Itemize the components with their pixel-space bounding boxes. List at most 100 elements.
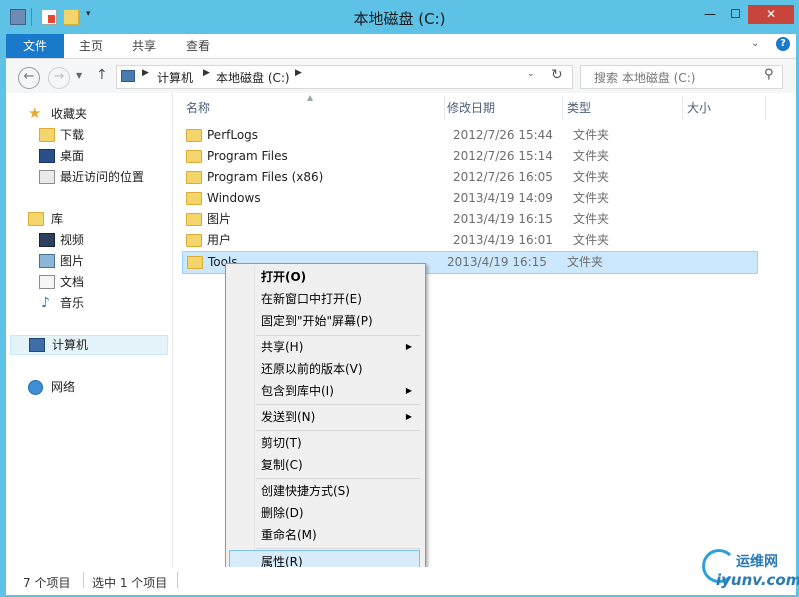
nav-network-label: 网络 [51,380,76,394]
menu-item-cut[interactable]: 剪切(T) [229,432,420,454]
menu-separator [256,548,420,549]
folder-icon [187,256,203,269]
nav-favorites[interactable]: ★ 收藏夹 [6,104,172,124]
file-type: 文件夹 [573,212,610,226]
file-row[interactable]: 图片 2013/4/19 16:15 文件夹 [182,209,762,230]
file-date: 2013/4/19 16:01 [453,233,553,247]
menu-label: 打开(O) [261,270,307,284]
recent-locations-icon[interactable]: ▼ [76,71,82,80]
nav-documents[interactable]: 文档 [6,272,172,292]
nav-desktop[interactable]: 桌面 [6,146,172,166]
file-row[interactable]: Program Files 2012/7/26 15:14 文件夹 [182,146,762,167]
minimize-button[interactable]: — [697,5,723,24]
menu-item-rename[interactable]: 重命名(M) [229,524,420,546]
menu-separator [256,404,420,405]
navigation-pane: ★ 收藏夹 下载 桌面 最近访问的位置 库 视频 图片 文档 ♪ 音乐 计算机 … [6,93,172,567]
forward-button[interactable]: → [48,67,70,89]
column-header-type[interactable]: 类型 [563,96,683,120]
file-row[interactable]: PerfLogs 2012/7/26 15:44 文件夹 [182,125,762,146]
folder-icon [186,192,202,205]
file-name: Program Files (x86) [207,170,324,184]
nav-desktop-label: 桌面 [60,149,85,163]
file-type: 文件夹 [573,191,610,205]
nav-network[interactable]: 网络 [6,377,172,397]
file-date: 2012/7/26 16:05 [453,170,553,184]
back-button[interactable]: ← [18,67,40,89]
menu-label: 发送到(N) [261,410,316,424]
navigation-bar: ← → ▼ ↑ ▶ 计算机 ▶ 本地磁盘 (C:) ▶ ⌄ ↻ 搜索 本地磁盘 … [6,59,796,93]
nav-pictures[interactable]: 图片 [6,251,172,271]
search-icon[interactable]: ⚲ [764,67,774,82]
nav-music[interactable]: ♪ 音乐 [6,293,172,313]
music-icon: ♪ [41,295,50,311]
search-box[interactable]: 搜索 本地磁盘 (C:) ⚲ [580,65,783,89]
context-menu: 打开(O) 在新窗口中打开(E) 固定到"开始"屏幕(P) 共享(H) ▶ 还原以… [225,263,426,577]
file-date: 2012/7/26 15:44 [453,128,553,142]
watermark-logo: 运维网 iyunv.com [700,545,799,593]
ribbon-tabs: 文件 主页 共享 查看 ⌄ ? [6,34,796,59]
nav-downloads-label: 下载 [60,128,85,142]
menu-item-copy[interactable]: 复制(C) [229,454,420,476]
menu-item-send-to[interactable]: 发送到(N) ▶ [229,406,420,428]
nav-computer[interactable]: 计算机 [10,335,168,355]
breadcrumb-computer[interactable]: 计算机 [157,69,193,86]
menu-item-create-shortcut[interactable]: 创建快捷方式(S) [229,480,420,502]
file-type: 文件夹 [573,128,610,142]
maximize-button[interactable]: ☐ [723,5,748,24]
nav-libraries[interactable]: 库 [6,209,172,229]
folder-icon [186,234,202,247]
expand-ribbon-icon[interactable]: ⌄ [751,38,759,49]
breadcrumb-separator-icon[interactable]: ▶ [203,68,210,78]
file-row[interactable]: Program Files (x86) 2012/7/26 16:05 文件夹 [182,167,762,188]
submenu-arrow-icon: ▶ [405,412,412,421]
tab-share[interactable]: 共享 [118,34,170,58]
file-type: 文件夹 [573,233,610,247]
folder-icon [186,171,202,184]
computer-location-icon [121,70,135,82]
item-count: 7 个项目 [23,576,71,590]
downloads-icon [39,128,55,142]
address-dropdown-icon[interactable]: ⌄ [527,69,535,79]
menu-item-restore[interactable]: 还原以前的版本(V) [229,358,420,380]
desktop-icon [39,149,55,163]
status-divider [177,572,178,588]
up-button[interactable]: ↑ [96,67,108,83]
column-header-name[interactable]: 名称 [182,96,445,120]
tab-home[interactable]: 主页 [64,34,118,58]
menu-item-pin-start[interactable]: 固定到"开始"屏幕(P) [229,310,420,332]
breadcrumb-separator-icon[interactable]: ▶ [295,68,302,78]
status-bar: 7 个项目 选中 1 个项目 [6,567,796,595]
tab-file[interactable]: 文件 [6,34,64,58]
pane-divider[interactable] [172,93,173,567]
breadcrumb-separator-icon[interactable]: ▶ [142,68,149,78]
address-bar[interactable]: ▶ 计算机 ▶ 本地磁盘 (C:) ▶ ⌄ ↻ [116,65,573,89]
help-icon[interactable]: ? [776,37,790,51]
star-icon: ★ [28,104,42,122]
column-header-date[interactable]: 修改日期 [443,96,563,120]
menu-item-share[interactable]: 共享(H) ▶ [229,336,420,358]
nav-downloads[interactable]: 下载 [6,125,172,145]
close-button[interactable]: ✕ [748,5,794,24]
submenu-arrow-icon: ▶ [405,342,412,351]
menu-item-include-library[interactable]: 包含到库中(I) ▶ [229,380,420,402]
pictures-icon [39,254,55,268]
folder-icon [186,213,202,226]
refresh-icon[interactable]: ↻ [551,67,563,83]
menu-item-open[interactable]: 打开(O) [229,266,420,288]
menu-item-delete[interactable]: 删除(D) [229,502,420,524]
file-row[interactable]: 用户 2013/4/19 16:01 文件夹 [182,230,762,251]
folder-icon [186,129,202,142]
nav-videos[interactable]: 视频 [6,230,172,250]
watermark-text: 运维网 [736,554,778,570]
nav-documents-label: 文档 [60,275,85,289]
breadcrumb-local-disk[interactable]: 本地磁盘 (C:) [216,69,290,86]
search-input[interactable]: 搜索 本地磁盘 (C:) [594,69,695,86]
column-header-size[interactable]: 大小 [683,96,766,120]
nav-recent[interactable]: 最近访问的位置 [6,167,172,187]
file-row[interactable]: Windows 2013/4/19 14:09 文件夹 [182,188,762,209]
library-icon [28,212,44,226]
documents-icon [39,275,55,289]
tab-view[interactable]: 查看 [170,34,226,58]
menu-label: 创建快捷方式(S) [261,484,350,498]
menu-item-open-new-window[interactable]: 在新窗口中打开(E) [229,288,420,310]
